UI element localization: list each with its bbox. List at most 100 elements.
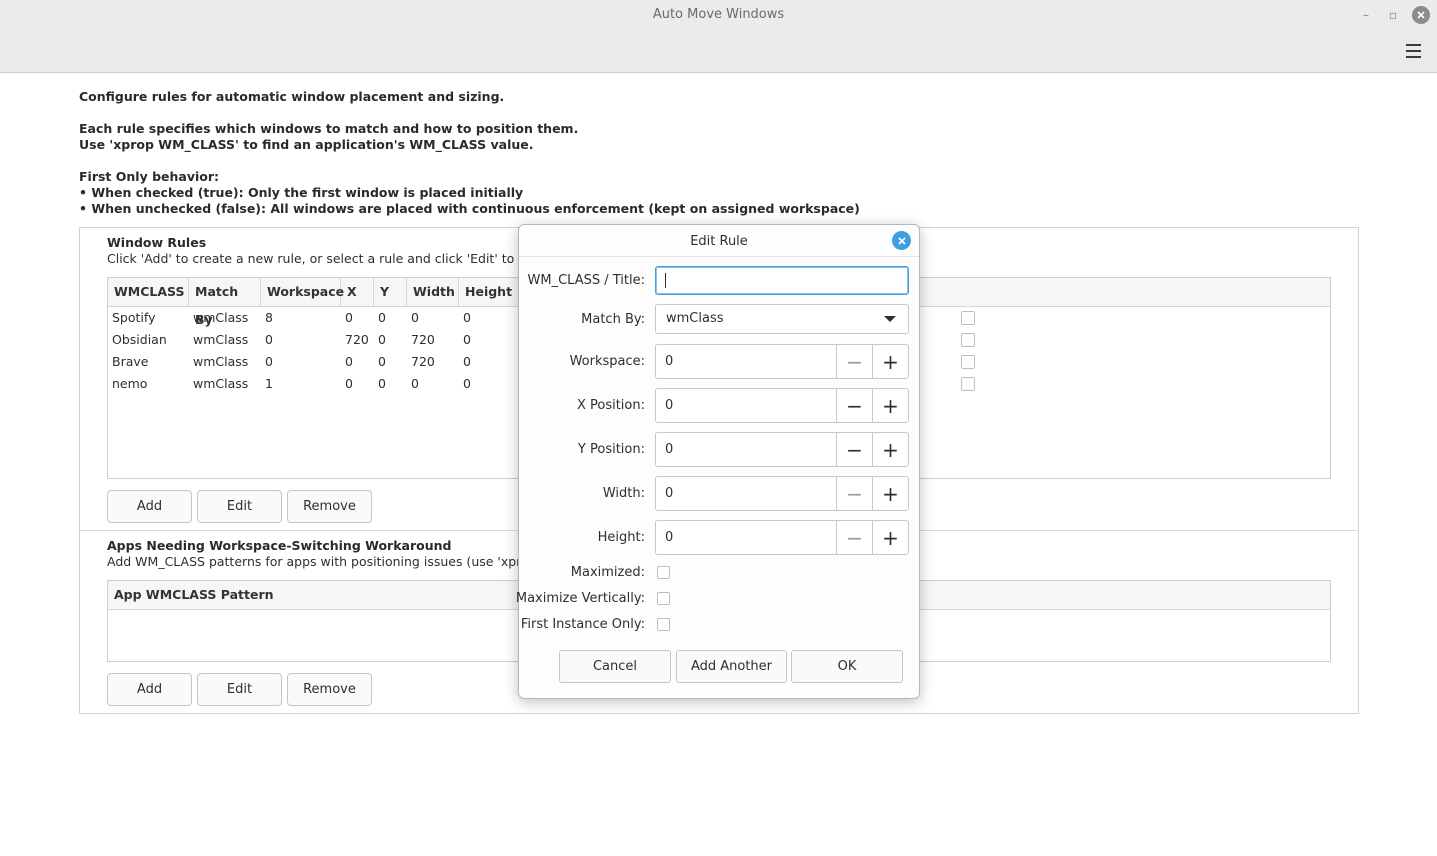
cell-wmclass: nemo (112, 376, 148, 391)
first-only-checkbox[interactable] (961, 311, 975, 325)
wm-class-label: WM_CLASS / Title: (527, 273, 645, 288)
chevron-down-icon (884, 316, 896, 322)
cell-width: 720 (411, 332, 435, 347)
cell-height: 0 (463, 354, 471, 369)
intro-line: Use 'xprop WM_CLASS' to find an applicat… (79, 137, 534, 152)
add-pattern-button[interactable]: Add (107, 673, 192, 706)
y-decrement-button[interactable]: − (836, 433, 872, 466)
workspace-increment-button[interactable]: + (872, 345, 908, 378)
remove-pattern-button[interactable]: Remove (287, 673, 372, 706)
cell-wmclass: Brave (112, 354, 149, 369)
workaround-description: Add WM_CLASS patterns for apps with posi… (107, 554, 537, 569)
column-header-width[interactable]: Width (407, 278, 459, 306)
remove-rule-button[interactable]: Remove (287, 490, 372, 523)
minimize-button[interactable]: – (1357, 6, 1375, 24)
workspace-decrement-button[interactable]: − (836, 345, 872, 378)
dialog-title: Edit Rule (690, 234, 748, 249)
first-only-checkbox[interactable] (961, 355, 975, 369)
x-position-value: 0 (665, 398, 674, 413)
cell-width: 0 (411, 310, 419, 325)
workspace-value: 0 (665, 354, 674, 369)
close-button[interactable] (1412, 6, 1430, 24)
header-bar: Auto Move Windows – ▫ (0, 0, 1437, 73)
workaround-title: Apps Needing Workspace-Switching Workaro… (107, 538, 452, 553)
intro-text: Configure rules for automatic window pla… (79, 89, 860, 217)
maximized-label: Maximized: (570, 565, 645, 580)
ok-button[interactable]: OK (791, 650, 903, 683)
x-position-spinner[interactable]: 0 − + (655, 388, 909, 423)
cell-x: 0 (345, 310, 353, 325)
cell-y: 0 (378, 310, 386, 325)
cell-workspace: 1 (265, 376, 273, 391)
y-position-value: 0 (665, 442, 674, 457)
first-only-checkbox[interactable] (961, 333, 975, 347)
column-header-height[interactable]: Height (459, 278, 519, 306)
cell-y: 0 (378, 354, 386, 369)
maximize-button[interactable]: ▫ (1384, 6, 1402, 24)
hamburger-menu-button[interactable] (1405, 44, 1423, 58)
add-rule-button[interactable]: Add (107, 490, 192, 523)
close-icon (897, 236, 906, 245)
width-label: Width: (602, 486, 645, 501)
cell-width: 720 (411, 354, 435, 369)
cancel-button[interactable]: Cancel (559, 650, 671, 683)
cell-height: 0 (463, 332, 471, 347)
workspace-spinner[interactable]: 0 − + (655, 344, 909, 379)
width-decrement-button[interactable]: − (836, 477, 872, 510)
edit-rule-button[interactable]: Edit (197, 490, 282, 523)
x-increment-button[interactable]: + (872, 389, 908, 422)
window-title: Auto Move Windows (652, 7, 785, 22)
match-by-label: Match By: (581, 312, 645, 327)
column-header-wmclass[interactable]: WMCLASS (108, 278, 189, 306)
window-rules-description: Click 'Add' to create a new rule, or sel… (107, 251, 554, 266)
cell-x: 0 (345, 354, 353, 369)
y-position-spinner[interactable]: 0 − + (655, 432, 909, 467)
wm-class-input[interactable] (655, 266, 909, 295)
cell-x: 720 (345, 332, 369, 347)
x-position-label: X Position: (576, 398, 645, 413)
column-header-y[interactable]: Y (374, 278, 407, 306)
dialog-separator (519, 256, 919, 257)
cell-wmclass: Obsidian (112, 332, 167, 347)
cell-width: 0 (411, 376, 419, 391)
match-by-dropdown[interactable]: wmClass (655, 304, 909, 334)
width-spinner[interactable]: 0 − + (655, 476, 909, 511)
width-increment-button[interactable]: + (872, 477, 908, 510)
column-header-match-by[interactable]: Match By (189, 278, 261, 327)
intro-line: • When unchecked (false): All windows ar… (79, 201, 860, 216)
width-value: 0 (665, 486, 674, 501)
window-rules-title: Window Rules (107, 235, 207, 250)
maximize-vertically-checkbox[interactable] (657, 592, 670, 605)
cell-workspace: 0 (265, 332, 273, 347)
workspace-label: Workspace: (569, 354, 645, 369)
match-by-value: wmClass (666, 311, 724, 326)
intro-line: Configure rules for automatic window pla… (79, 89, 505, 104)
intro-line: First Only behavior: (79, 169, 220, 184)
x-decrement-button[interactable]: − (836, 389, 872, 422)
edit-pattern-button[interactable]: Edit (197, 673, 282, 706)
first-only-checkbox[interactable] (961, 377, 975, 391)
height-label: Height: (597, 530, 645, 545)
y-increment-button[interactable]: + (872, 433, 908, 466)
height-decrement-button[interactable]: − (836, 521, 872, 554)
height-increment-button[interactable]: + (872, 521, 908, 554)
maximized-checkbox[interactable] (657, 566, 670, 579)
cell-match-by: wmClass (193, 354, 249, 369)
first-instance-checkbox[interactable] (657, 618, 670, 631)
add-another-button[interactable]: Add Another (676, 650, 787, 683)
column-header-x[interactable]: X (341, 278, 374, 306)
height-value: 0 (665, 530, 674, 545)
cell-height: 0 (463, 310, 471, 325)
close-icon (1417, 11, 1425, 19)
cell-match-by: wmClass (193, 332, 249, 347)
cell-y: 0 (378, 332, 386, 347)
y-position-label: Y Position: (577, 442, 645, 457)
cell-height: 0 (463, 376, 471, 391)
cell-match-by: wmClass (193, 376, 249, 391)
maximize-vertically-label: Maximize Vertically: (515, 591, 645, 606)
dialog-close-button[interactable] (892, 231, 911, 250)
column-header-workspace[interactable]: Workspace (261, 278, 344, 306)
height-spinner[interactable]: 0 − + (655, 520, 909, 555)
edit-rule-dialog: Edit Rule WM_CLASS / Title: Match By: wm… (515, 224, 920, 699)
intro-line: • When checked (true): Only the first wi… (79, 185, 524, 200)
